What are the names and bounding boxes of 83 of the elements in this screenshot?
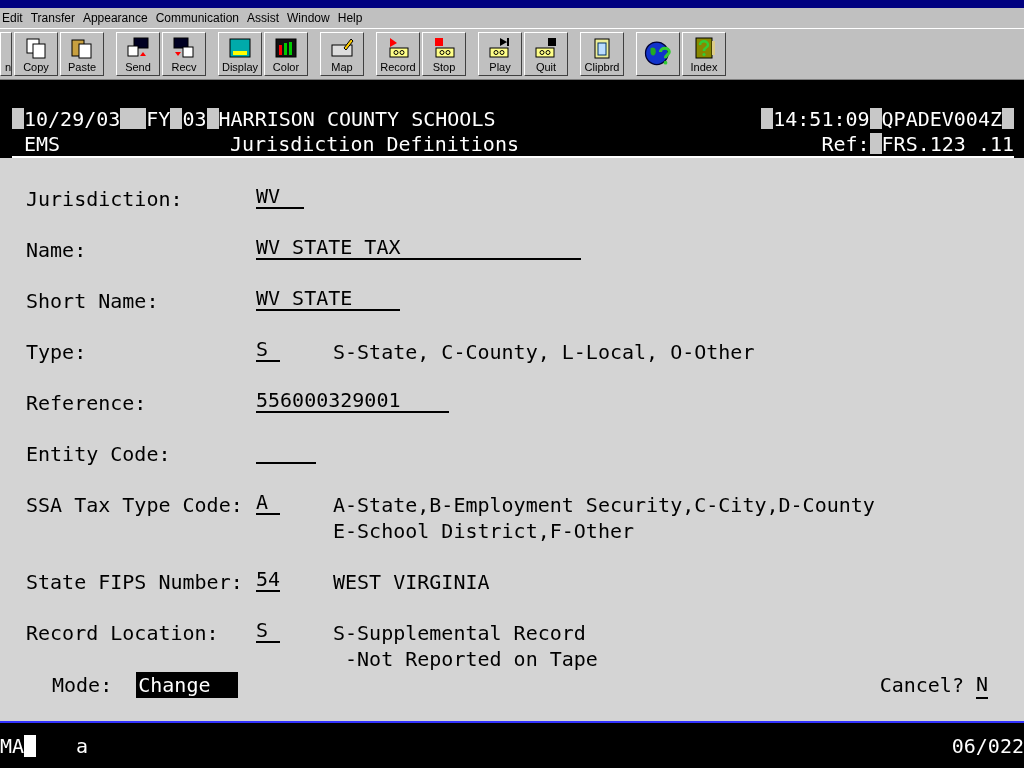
attribute-block: [1002, 108, 1014, 129]
field-label: Type:: [26, 339, 87, 365]
menu-item[interactable]: Appearance: [80, 11, 154, 25]
input-field[interactable]: WV: [256, 186, 305, 209]
menu-item[interactable]: Transfer: [28, 11, 81, 25]
date: 10/29/03: [24, 106, 121, 131]
toolbar-button[interactable]: Color: [264, 32, 308, 76]
terminal-id: QPADEV004Z: [881, 106, 1002, 131]
bars-icon: [274, 36, 298, 60]
menu-item[interactable]: Communication: [153, 11, 245, 25]
cursor: [24, 735, 37, 757]
field-label: Record Location:: [26, 620, 219, 646]
field-label: Reference:: [26, 390, 147, 416]
organization-name: HARRISON COUNTY SCHOOLS: [218, 106, 496, 131]
mode-label: Mode:: [52, 672, 113, 698]
input-field[interactable]: WV STATE TAX: [256, 237, 582, 260]
field-label: Short Name:: [26, 288, 159, 314]
toolbar-button[interactable]: Record: [376, 32, 420, 76]
attribute-block: [869, 108, 882, 129]
field-hint: E-School District,F-Other: [333, 518, 635, 544]
screen-title: Jurisdiction Definitions: [230, 131, 519, 156]
attribute-block: [12, 108, 24, 129]
field-label: Jurisdiction:: [26, 186, 183, 212]
attribute-block: [869, 133, 882, 154]
status-indicator: MA: [0, 734, 25, 758]
time: 14:51:09: [773, 106, 870, 131]
toolbar-button[interactable]: Paste: [60, 32, 104, 76]
mode-value: Change: [136, 672, 239, 698]
cancel-label: Cancel?: [879, 672, 964, 698]
toolbar-button[interactable]: Display: [218, 32, 262, 76]
keyboard-icon: [330, 36, 354, 60]
toolbar-button[interactable]: Clipbrd: [580, 32, 624, 76]
field-hint: WEST VIRGINIA: [333, 569, 490, 595]
fy-label: FY: [146, 106, 171, 131]
cancel-field[interactable]: N: [975, 671, 988, 699]
clipboard-pages-icon: [70, 36, 94, 60]
toolbar-button[interactable]: Recv: [162, 32, 206, 76]
field-label: SSA Tax Type Code:: [26, 492, 243, 518]
book-help-icon: [692, 36, 716, 60]
menu-item[interactable]: Window: [285, 11, 336, 25]
field-label: Name:: [26, 237, 87, 263]
toolbar-button[interactable]: Map: [320, 32, 364, 76]
toolbar-button[interactable]: Quit: [524, 32, 568, 76]
attribute-block: [120, 108, 147, 129]
toolbar-button[interactable]: Send: [116, 32, 160, 76]
cursor-position: 06/022: [951, 734, 1024, 758]
tape-icon: [488, 36, 512, 60]
attribute-block: [761, 108, 774, 129]
ref-label: Ref:: [821, 131, 870, 156]
toolbar-button[interactable]: Play: [478, 32, 522, 76]
status-text: a: [76, 734, 89, 758]
menu-item[interactable]: Help: [335, 11, 369, 25]
monitor-icon: [228, 36, 252, 60]
input-field[interactable]: 556000329001: [256, 390, 449, 413]
tape-icon: [534, 36, 558, 60]
input-field[interactable]: 54: [256, 569, 281, 592]
field-hint: S-State, C-County, L-Local, O-Other: [333, 339, 755, 365]
ref-code: FRS.123 .11: [881, 131, 1014, 156]
menu-item[interactable]: Edit: [0, 11, 29, 25]
field-hint: A-State,B-Employment Security,C-City,D-County: [333, 492, 875, 518]
field-label: Entity Code:: [26, 441, 171, 467]
screens-icon: [172, 36, 196, 60]
fiscal-year: 03: [182, 106, 207, 131]
field-hint: S-Supplemental Record: [333, 620, 586, 646]
pages-icon: [24, 36, 48, 60]
input-field[interactable]: A: [256, 492, 281, 515]
toolbar-button[interactable]: [636, 32, 680, 76]
toolbar-button[interactable]: Stop: [422, 32, 466, 76]
attribute-block: [170, 108, 183, 129]
system-name: EMS: [24, 131, 62, 156]
menu-item[interactable]: Assist: [245, 11, 286, 25]
screens-icon: [126, 36, 150, 60]
attribute-block: [206, 108, 219, 129]
toolbar-button[interactable]: Copy: [14, 32, 58, 76]
tape-icon: [386, 36, 410, 60]
field-label: State FIPS Number:: [26, 569, 243, 595]
input-field[interactable]: WV STATE: [256, 288, 401, 311]
field-hint: -Not Reported on Tape: [344, 646, 598, 672]
toolbar-button[interactable]: Index: [682, 32, 726, 76]
tape-icon: [432, 36, 456, 60]
input-field[interactable]: S: [256, 620, 281, 643]
toolbar-button[interactable]: n: [0, 32, 12, 76]
input-field[interactable]: S: [256, 339, 281, 362]
